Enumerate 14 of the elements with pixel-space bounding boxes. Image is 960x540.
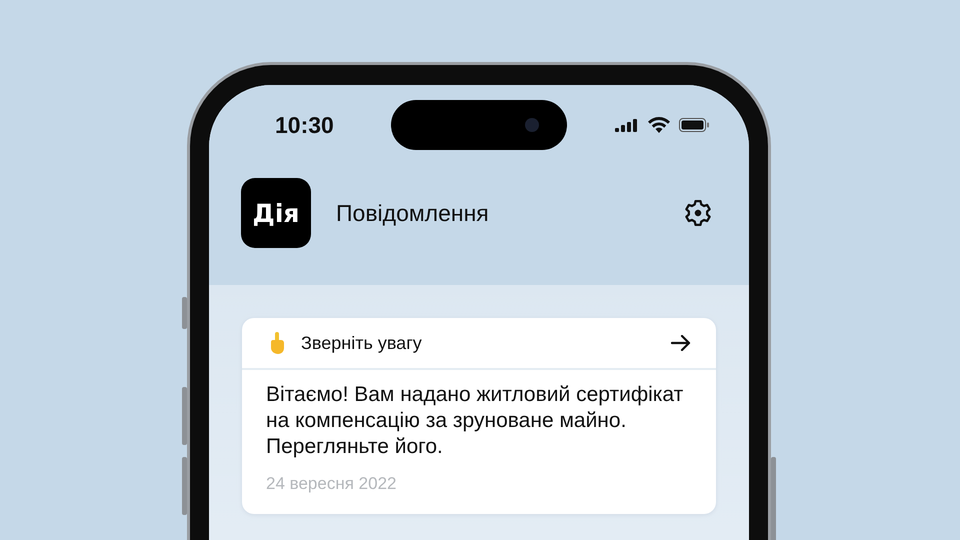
battery-icon — [679, 118, 709, 132]
camera-icon — [525, 118, 539, 132]
notification-date: 24 вересня 2022 — [266, 474, 398, 494]
app-logo: Дія — [241, 178, 311, 248]
notification-message: Вітаємо! Вам надано житловий сертифікат на компенсацію за зруноване майно. Перегляньте його. — [266, 382, 684, 460]
arrow-right-icon[interactable] — [671, 335, 691, 351]
signal-icon — [615, 118, 639, 132]
wifi-icon — [648, 117, 670, 133]
settings-icon[interactable] — [683, 198, 713, 228]
page-title: Повідомлення — [336, 200, 489, 226]
status-time: 10:30 — [275, 112, 335, 138]
notification-card[interactable]: Зверніть увагу Вітаємо! Вам надано житловий сертифікат на компенсацію за зруноване майно. Перегляньте його. 24 вересня 2022 — [242, 318, 716, 514]
pointing-finger-icon — [268, 332, 286, 354]
notification-label: Зверніть увагу — [301, 332, 422, 354]
